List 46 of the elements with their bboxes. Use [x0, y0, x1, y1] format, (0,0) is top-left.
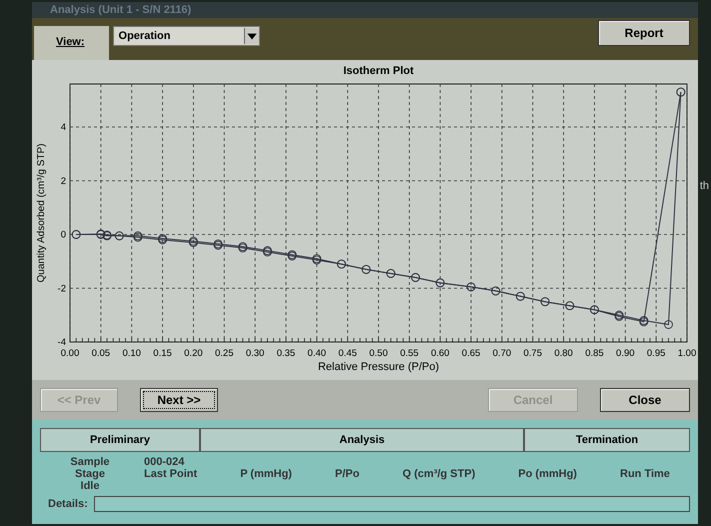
- details-label: Details:: [48, 498, 88, 510]
- stage-header: Preliminary: [40, 428, 200, 452]
- x-tick-label: 0.00: [60, 348, 80, 359]
- x-axis-label: Relative Pressure (P/Po): [318, 361, 440, 373]
- y-tick-label: -4: [58, 337, 66, 348]
- x-tick-label: 0.40: [308, 348, 326, 359]
- x-tick-label: 0.65: [462, 348, 480, 359]
- y-tick-label: -2: [58, 283, 66, 294]
- column-label: Po (mmHg): [518, 468, 577, 480]
- x-tick-label: 0.85: [585, 348, 604, 359]
- x-tick-label: 0.35: [276, 348, 296, 359]
- x-tick-label: 0.05: [92, 348, 110, 359]
- x-tick-label: 0.95: [646, 348, 666, 359]
- sample-value: 000-024: [144, 456, 186, 468]
- x-tick-label: 0.50: [369, 348, 388, 359]
- x-tick-label: 0.70: [492, 348, 512, 359]
- window-title: Analysis (Unit 1 - S/N 2116): [50, 4, 192, 16]
- stage-value: Idle: [80, 480, 100, 492]
- x-tick-label: 0.20: [184, 348, 203, 359]
- x-tick-label: 0.80: [554, 348, 573, 359]
- stage-header: Termination: [524, 428, 690, 452]
- x-tick-label: 0.45: [338, 348, 357, 359]
- x-tick-label: 0.75: [524, 348, 542, 359]
- column-label: P/Po: [335, 468, 360, 480]
- y-axis-label: Quantity Adsorbed (cm³/g STP): [36, 144, 47, 282]
- column-label: Last Point: [144, 468, 198, 480]
- x-tick-label: 0.10: [122, 348, 141, 359]
- stage-header: Analysis: [200, 428, 524, 452]
- x-tick-label: 0.55: [400, 348, 419, 359]
- sample-label: Sample: [70, 456, 110, 468]
- x-tick-label: 0.30: [246, 348, 264, 359]
- background-text: th: [700, 180, 709, 192]
- x-tick-label: 0.60: [430, 348, 450, 359]
- chart-title: Isotherm Plot: [343, 65, 414, 77]
- y-tick-label: 2: [60, 176, 66, 187]
- y-tick-label: 4: [60, 122, 66, 133]
- y-tick-label: 0: [60, 230, 66, 240]
- x-tick-label: 1.00: [678, 348, 696, 359]
- view-label: View:: [34, 26, 109, 60]
- stage-label: Stage: [75, 468, 105, 480]
- x-tick-label: 0.15: [153, 348, 172, 359]
- column-label: Q (cm³/g STP): [402, 468, 476, 480]
- x-tick-label: 0.90: [616, 348, 635, 359]
- column-label: P (mmHg): [240, 468, 292, 480]
- column-label: Run Time: [620, 468, 670, 480]
- x-tick-label: 0.25: [215, 348, 234, 359]
